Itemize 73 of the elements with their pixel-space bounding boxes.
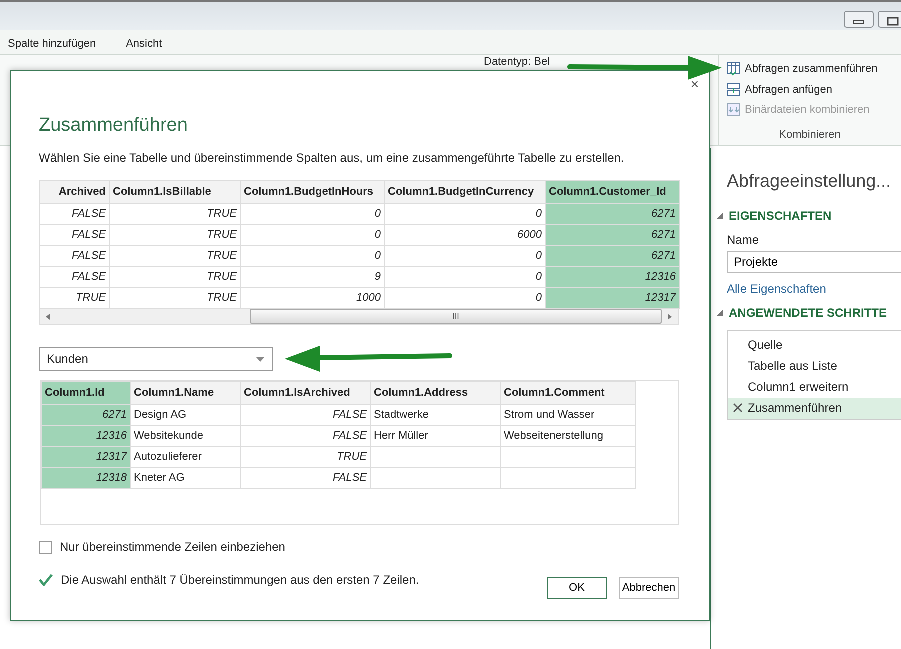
step-item[interactable]: Zusammenführen	[728, 398, 901, 419]
table-cell: 12318	[42, 468, 130, 488]
table-cell: Design AG	[130, 404, 240, 426]
cancel-button[interactable]: Abbrechen	[619, 577, 679, 599]
datatype-label: Datentyp: Bel	[484, 56, 550, 69]
table-cell: 0	[384, 266, 546, 288]
table-cell: Herr Müller	[370, 426, 500, 446]
table-cell: TRUE	[110, 204, 240, 224]
table-cell: 9	[240, 266, 384, 288]
column-header[interactable]: Column1.Address	[370, 382, 500, 404]
step-item[interactable]: Tabelle aus Liste	[728, 356, 901, 377]
ok-button[interactable]: OK	[547, 577, 607, 599]
status-message: Die Auswahl enthält 7 Übereinstimmungen aus den ersten 7 Zeilen.	[61, 572, 420, 589]
scroll-thumb[interactable]: III	[250, 309, 662, 324]
column-header[interactable]: Column1.Name	[130, 382, 240, 404]
column-header[interactable]: Column1.Customer_Id	[546, 180, 680, 204]
ribbon-tab[interactable]: Spalte hinzufügen	[8, 36, 96, 54]
table-cell: 12316	[546, 266, 680, 288]
dialog-title: Zusammenführen	[39, 114, 188, 138]
ribbon-button[interactable]: Abfragen zusammenführen	[727, 59, 878, 80]
table-cell: Strom und Wasser	[500, 404, 636, 426]
table-cell: FALSE	[40, 224, 110, 246]
table-cell: TRUE	[110, 224, 240, 246]
ribbon-button[interactable]: Abfragen anfügen	[727, 80, 832, 100]
table-cell: 0	[240, 224, 384, 246]
table-cell: 0	[384, 246, 546, 266]
column-header[interactable]: Column1.BudgetInCurrency	[384, 180, 546, 204]
table-cell: 12317	[546, 288, 680, 308]
table-cell: Webseitenerstellung	[500, 426, 636, 446]
table-cell: FALSE	[40, 246, 110, 266]
table-cell: 6271	[546, 246, 680, 266]
table-cell: Kneter AG	[130, 468, 240, 488]
table-cell: 6000	[384, 224, 546, 246]
table-cell: FALSE	[40, 204, 110, 224]
table-cell: TRUE	[110, 266, 240, 288]
table-cell: 12316	[42, 426, 130, 446]
properties-link[interactable]: Alle Eigenschaften	[727, 280, 826, 298]
table-cell: 6271	[546, 224, 680, 246]
column-header[interactable]: Column1.Id	[42, 382, 130, 404]
step-item[interactable]: Column1 erweitern	[728, 377, 901, 398]
column-header[interactable]: Column1.IsBillable	[110, 180, 240, 204]
step-item[interactable]: Quelle	[728, 335, 901, 356]
table-cell: FALSE	[40, 266, 110, 288]
scrollbar[interactable]: III	[39, 309, 679, 325]
column-header[interactable]: Column1.IsArchived	[240, 382, 370, 404]
table-cell: FALSE	[240, 468, 370, 488]
ribbon-tab[interactable]: Ansicht	[126, 36, 162, 54]
table-cell: 0	[240, 204, 384, 224]
field-label: Name	[727, 232, 760, 249]
column-header[interactable]: Column1.Comment	[500, 382, 636, 404]
table-cell: FALSE	[240, 426, 370, 446]
table-cell: Autozulieferer	[130, 446, 240, 468]
close-button[interactable]: ×	[688, 77, 701, 91]
section-heading: ANGEWENDETE SCHRITTE	[729, 305, 888, 322]
table-cell: 6271	[546, 204, 680, 224]
name-field[interactable]: Projekte	[727, 251, 901, 273]
pane-title: Abfrageeinstellung...	[727, 170, 892, 193]
column-header[interactable]: Archived	[40, 180, 110, 204]
group-label: Kombinieren	[778, 128, 842, 142]
table-cell: TRUE	[240, 446, 370, 468]
table-cell: FALSE	[240, 404, 370, 426]
checkbox-label: Nur übereinstimmende Zeilen einbeziehen	[60, 539, 286, 556]
table-cell: 0	[384, 204, 546, 224]
table-cell: 6271	[42, 404, 130, 426]
section-heading: EIGENSCHAFTEN	[729, 208, 832, 225]
table-cell: 0	[240, 246, 384, 266]
table-cell: 12317	[42, 446, 130, 468]
table-cell: Websitekunde	[130, 426, 240, 446]
table-select[interactable]: Kunden	[39, 347, 273, 371]
dialog-description: Wählen Sie eine Tabelle und übereinstimmende Spalten aus, um eine zusammengeführte Tabelle zu erstellen.	[39, 150, 624, 167]
table-cell: Stadtwerke	[370, 404, 500, 426]
table-cell: TRUE	[110, 246, 240, 266]
column-header[interactable]: Column1.BudgetInHours	[240, 180, 384, 204]
